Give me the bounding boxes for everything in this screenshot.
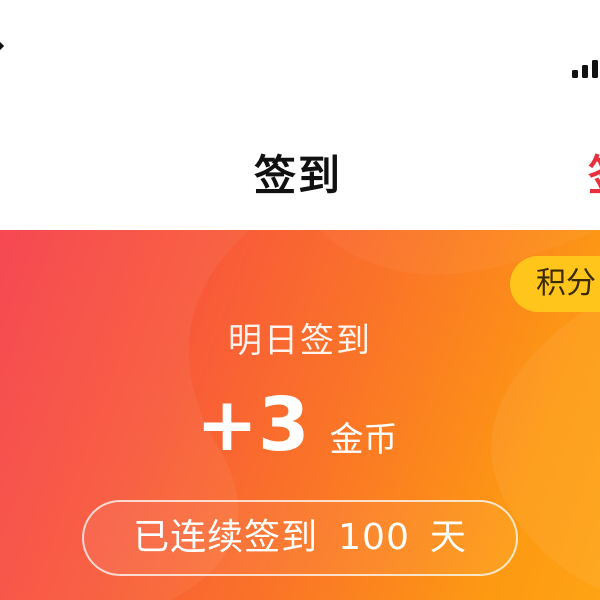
- streak-badge: 已连续签到 100 天: [82, 500, 518, 576]
- nav-header: 签到 签: [0, 110, 600, 230]
- reward-display: +3 金币: [196, 380, 398, 470]
- streak-count: 100: [338, 517, 410, 558]
- streak-suffix: 天: [429, 517, 467, 558]
- checkin-banner: 积分 明日签到 +3 金币 已连续签到 100 天: [0, 230, 600, 600]
- points-button[interactable]: 积分: [510, 256, 600, 312]
- header-right-action[interactable]: 签: [588, 150, 600, 202]
- signal-strength-icon: [572, 60, 598, 78]
- tomorrow-checkin-label: 明日签到: [228, 321, 372, 361]
- streak-prefix: 已连续签到: [133, 517, 319, 558]
- status-glyph-icon: [0, 41, 4, 51]
- checkin-screen: 签到 签 积分 明日签到 +3 金币 已连续签到 100 天: [0, 0, 600, 600]
- reward-amount: +3: [196, 382, 310, 468]
- reward-unit: 金币: [329, 420, 398, 460]
- status-bar: [0, 0, 600, 110]
- page-title: 签到: [253, 151, 342, 200]
